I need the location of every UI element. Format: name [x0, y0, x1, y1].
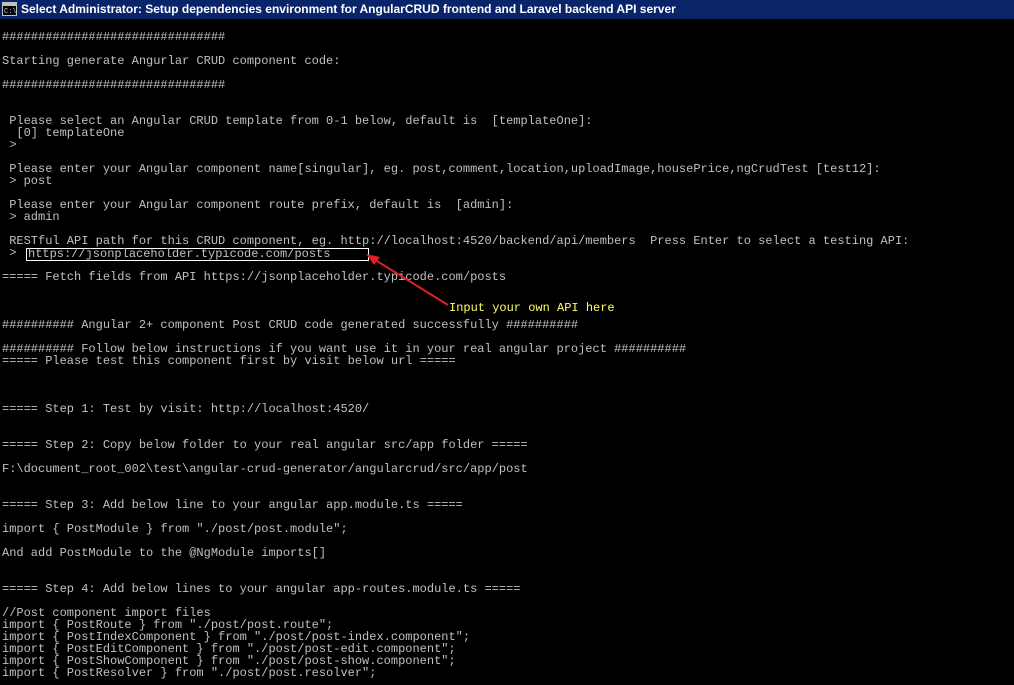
console-line: >: [2, 138, 17, 152]
annotation-label: Input your own API here: [449, 301, 615, 315]
console-line: ===== Please test this component first b…: [2, 354, 456, 368]
console-line: ===== Step 1: Test by visit: http://loca…: [2, 402, 370, 416]
console-line: ===== Step 2: Copy below folder to your …: [2, 438, 528, 452]
annotation-arrow-icon: [366, 254, 449, 306]
console-line: > admin: [2, 210, 60, 224]
console-line: Please enter your Angular component name…: [2, 162, 881, 176]
console-line: ===== Step 4: Add below lines to your an…: [2, 582, 521, 596]
console-line: > post: [2, 174, 53, 188]
console-line: RESTful API path for this CRUD component…: [2, 234, 910, 248]
api-input-value: https://jsonplaceholder.typicode.com/pos…: [28, 247, 331, 261]
console-output[interactable]: ############################### Starting…: [0, 19, 1014, 685]
console-line: And add PostModule to the @NgModule impo…: [2, 546, 327, 560]
console-line: [0] templateOne: [2, 126, 125, 140]
window-title: Select Administrator: Setup dependencies…: [21, 2, 676, 16]
console-line: ###############################: [2, 30, 226, 44]
console-line: ########## Angular 2+ component Post CRU…: [2, 318, 579, 332]
console-line: F:\document_root_002\test\angular-crud-g…: [2, 462, 528, 476]
console-line: import { PostResolver } from "./post/pos…: [2, 666, 377, 680]
console-line: ###############################: [2, 78, 226, 92]
console-window: C:\ Select Administrator: Setup dependen…: [0, 0, 1014, 685]
console-line: >: [2, 246, 17, 260]
console-line: Starting generate Angurlar CRUD componen…: [2, 54, 341, 68]
svg-text:C:\: C:\: [4, 8, 16, 15]
cmd-icon[interactable]: C:\: [2, 2, 17, 16]
console-line: import { PostModule } from "./post/post.…: [2, 522, 348, 536]
console-line: Please enter your Angular component rout…: [2, 198, 514, 212]
title-bar[interactable]: C:\ Select Administrator: Setup dependen…: [0, 0, 1014, 19]
console-line: ===== Step 3: Add below line to your ang…: [2, 498, 463, 512]
